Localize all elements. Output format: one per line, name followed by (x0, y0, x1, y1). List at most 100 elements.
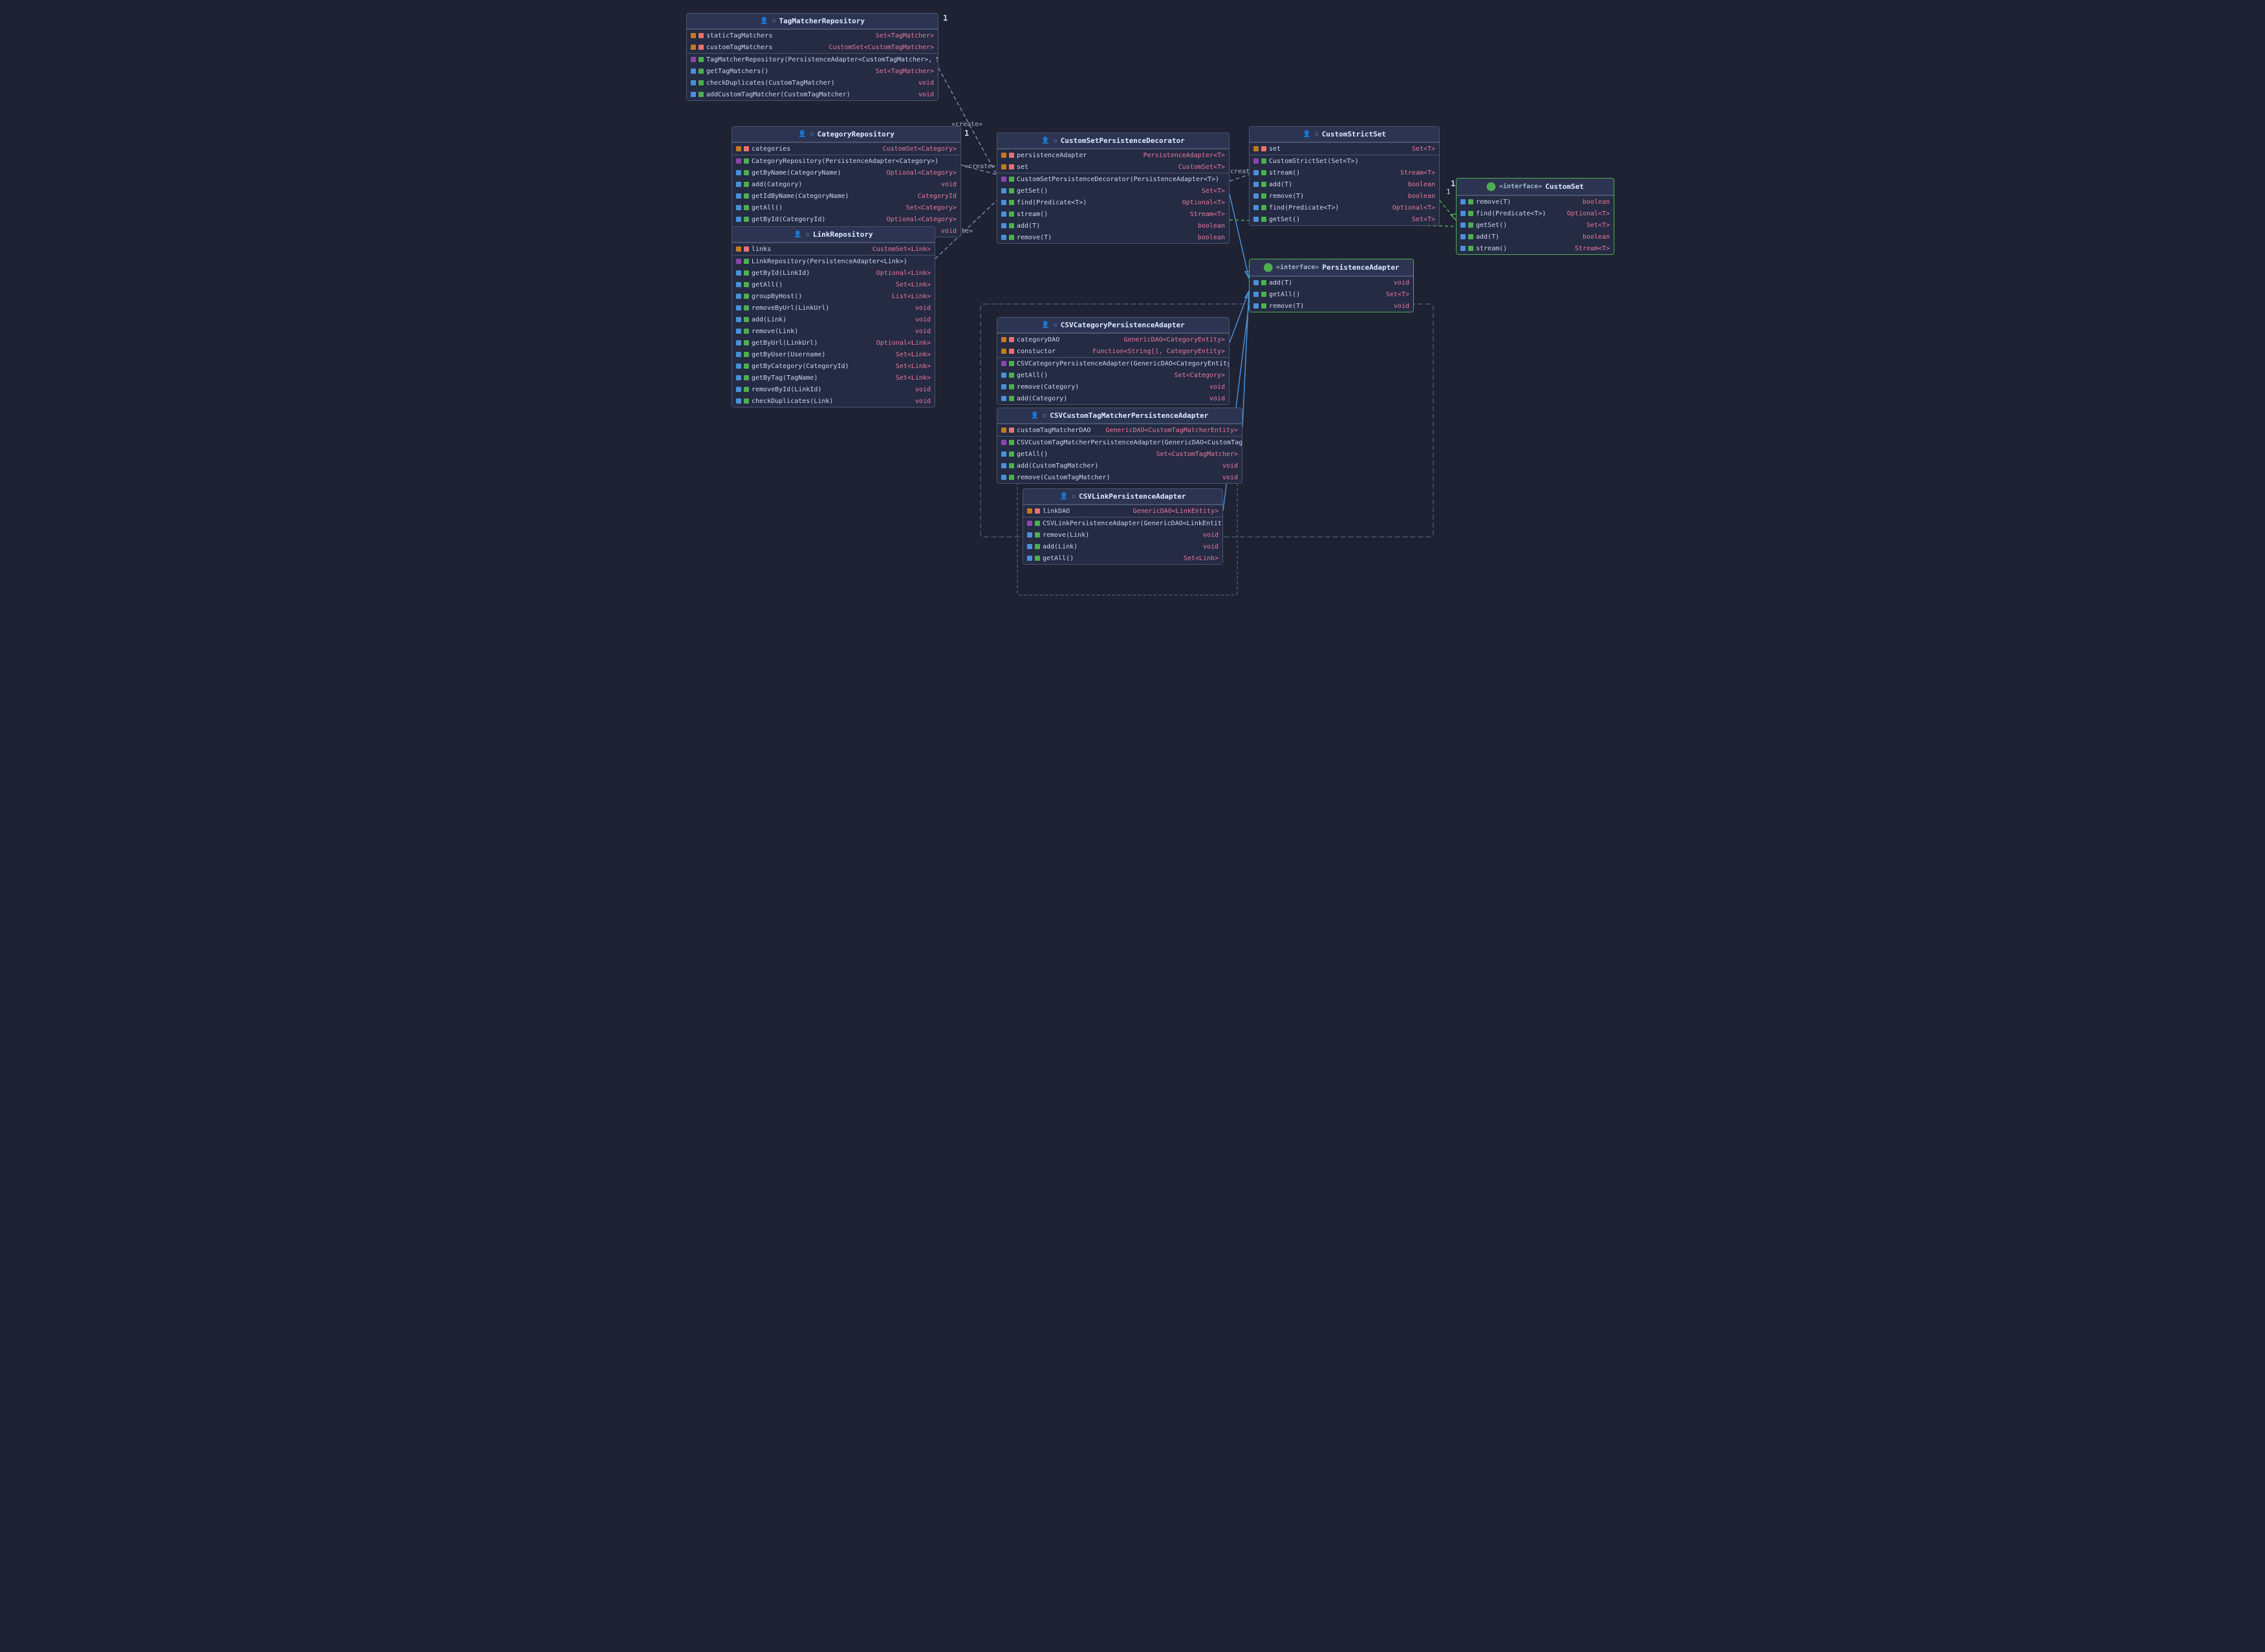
uml-row[interactable]: getByUrl(LinkUrl)Optional<Link> (732, 337, 935, 349)
uml-row[interactable]: remove(T)boolean (997, 232, 1229, 243)
uml-box-CSVLinkPersistenceAdapter: 👤 ▫CSVLinkPersistenceAdapterlinkDAOGener… (1023, 488, 1223, 565)
vis-badge-2 (1009, 349, 1014, 354)
uml-row[interactable]: find(Predicate<T>)Optional<T> (1250, 202, 1439, 213)
member-name: customTagMatchers (706, 44, 826, 51)
uml-row[interactable]: groupByHost()List<Link> (732, 290, 935, 302)
uml-row[interactable]: add(T)void (1250, 277, 1413, 288)
member-name: getAll() (1017, 372, 1172, 379)
vis-badge-1 (1027, 532, 1032, 538)
uml-row[interactable]: setCustomSet<T> (997, 161, 1229, 173)
fields-section-CategoryRepository: categoriesCustomSet<Category> (732, 142, 960, 155)
member-type: Optional<Category> (887, 169, 957, 177)
uml-row[interactable]: staticTagMatchersSet<TagMatcher> (687, 30, 938, 41)
uml-row[interactable]: getAll()Set<Category> (997, 369, 1229, 381)
uml-row[interactable]: remove(Link)void (1023, 529, 1222, 541)
vis-badge-1 (1001, 475, 1006, 480)
uml-row[interactable]: LinkRepository(PersistenceAdapter<Link>) (732, 255, 935, 267)
uml-row[interactable]: getAll()Set<CustomTagMatcher> (997, 448, 1242, 460)
uml-row[interactable]: add(Category)void (732, 179, 960, 190)
uml-row[interactable]: CustomSetPersistenceDecorator(Persistenc… (997, 173, 1229, 185)
member-type: Set<T> (1587, 222, 1610, 229)
uml-row[interactable]: remove(Category)void (997, 381, 1229, 393)
uml-row[interactable]: add(T)boolean (1250, 179, 1439, 190)
vis-badge-2 (699, 92, 704, 97)
uml-row[interactable]: getAll()Set<Link> (1023, 552, 1222, 564)
uml-row[interactable]: getAll()Set<Link> (732, 279, 935, 290)
fields-section-CustomSetPersistenceDecorator: persistenceAdapterPersistenceAdapter<T>s… (997, 149, 1229, 173)
uml-row[interactable]: getById(LinkId)Optional<Link> (732, 267, 935, 279)
uml-row[interactable]: getAll()Set<T> (1250, 288, 1413, 300)
member-type: void (915, 328, 931, 335)
vis-badge-1 (691, 92, 696, 97)
uml-row[interactable]: setSet<T> (1250, 143, 1439, 155)
uml-box-CategoryRepository: 👤 ▫CategoryRepositorycategoriesCustomSet… (732, 126, 961, 237)
member-type: Set<TagMatcher> (876, 68, 934, 75)
uml-row[interactable]: linkDAOGenericDAO<LinkEntity> (1023, 505, 1222, 517)
uml-row[interactable]: remove(Link)void (732, 325, 935, 337)
uml-row[interactable]: add(T)boolean (997, 220, 1229, 232)
uml-row[interactable]: add(T)boolean (1457, 231, 1614, 243)
uml-row[interactable]: getSet()Set<T> (1250, 213, 1439, 225)
member-name: getSet() (1269, 216, 1409, 223)
uml-row[interactable]: persistenceAdapterPersistenceAdapter<T> (997, 149, 1229, 161)
uml-row[interactable]: CSVLinkPersistenceAdapter(GenericDAO<Lin… (1023, 517, 1222, 529)
uml-row[interactable]: add(Link)void (732, 314, 935, 325)
vis-badge-1 (736, 398, 741, 404)
uml-row[interactable]: add(Category)void (997, 393, 1229, 404)
uml-row[interactable]: stream()Stream<T> (1250, 167, 1439, 179)
uml-row[interactable]: removeById(LinkId)void (732, 384, 935, 395)
uml-row[interactable]: constuctorFunction<String[], CategoryEnt… (997, 345, 1229, 357)
member-type: Stream<T> (1400, 169, 1435, 177)
uml-row[interactable]: checkDuplicates(CustomTagMatcher)void (687, 77, 938, 89)
uml-row[interactable]: customTagMatcherDAOGenericDAO<CustomTagM… (997, 424, 1242, 436)
vis-badge-1 (736, 317, 741, 322)
member-type: Optional<Category> (887, 216, 957, 223)
uml-row[interactable]: add(Link)void (1023, 541, 1222, 552)
uml-row[interactable]: CategoryRepository(PersistenceAdapter<Ca… (732, 155, 960, 167)
uml-row[interactable]: addCustomTagMatcher(CustomTagMatcher)voi… (687, 89, 938, 100)
uml-row[interactable]: getSet()Set<T> (997, 185, 1229, 197)
uml-row[interactable]: remove(CustomTagMatcher)void (997, 472, 1242, 483)
uml-row[interactable]: remove(T)boolean (1457, 196, 1614, 208)
vis-badge-2 (744, 158, 749, 164)
member-name: remove(T) (1476, 199, 1580, 206)
uml-row[interactable]: add(CustomTagMatcher)void (997, 460, 1242, 472)
uml-row[interactable]: remove(T)void (1250, 300, 1413, 312)
vis-badge-1 (736, 205, 741, 210)
uml-row[interactable]: linksCustomSet<Link> (732, 243, 935, 255)
uml-row[interactable]: stream()Stream<T> (1457, 243, 1614, 254)
uml-row[interactable]: stream()Stream<T> (997, 208, 1229, 220)
uml-row[interactable]: categoryDAOGenericDAO<CategoryEntity> (997, 334, 1229, 345)
uml-row[interactable]: getSet()Set<T> (1457, 219, 1614, 231)
uml-row[interactable]: getByUser(Username)Set<Link> (732, 349, 935, 360)
member-name: removeById(LinkId) (752, 386, 913, 393)
vis-badge-2 (1261, 158, 1266, 164)
member-type: void (918, 80, 934, 87)
member-type: Optional<Link> (876, 270, 931, 277)
uml-row[interactable]: getAll()Set<Category> (732, 202, 960, 213)
uml-row[interactable]: getTagMatchers()Set<TagMatcher> (687, 65, 938, 77)
uml-row[interactable]: checkDuplicates(Link)void (732, 395, 935, 407)
uml-row[interactable]: getByName(CategoryName)Optional<Category… (732, 167, 960, 179)
uml-row[interactable]: getById(CategoryId)Optional<Category> (732, 213, 960, 225)
vis-badge-2 (699, 80, 704, 85)
uml-row[interactable]: categoriesCustomSet<Category> (732, 143, 960, 155)
uml-row[interactable]: removeByUrl(LinkUrl)void (732, 302, 935, 314)
uml-row[interactable]: getByTag(TagName)Set<Link> (732, 372, 935, 384)
uml-row[interactable]: getByCategory(CategoryId)Set<Link> (732, 360, 935, 372)
uml-row[interactable]: TagMatcherRepository(PersistenceAdapter<… (687, 54, 938, 65)
uml-row[interactable]: CustomStrictSet(Set<T>) (1250, 155, 1439, 167)
class-icons: 👤 ▫ (1059, 493, 1076, 500)
class-name: CustomSetPersistenceDecorator (1061, 136, 1185, 145)
uml-row[interactable]: find(Predicate<T>)Optional<T> (1457, 208, 1614, 219)
uml-row[interactable]: CSVCategoryPersistenceAdapter(GenericDAO… (997, 358, 1229, 369)
uml-row[interactable]: remove(T)boolean (1250, 190, 1439, 202)
uml-row[interactable]: getIdByName(CategoryName)CategoryId (732, 190, 960, 202)
vis-badge-1 (736, 158, 741, 164)
uml-row[interactable]: customTagMatchersCustomSet<CustomTagMatc… (687, 41, 938, 53)
uml-row[interactable]: CSVCustomTagMatcherPersistenceAdapter(Ge… (997, 437, 1242, 448)
uml-row[interactable]: find(Predicate<T>)Optional<T> (997, 197, 1229, 208)
svg-text:1: 1 (964, 129, 969, 138)
vis-badge-1 (1027, 544, 1032, 549)
member-type: Optional<T> (1393, 204, 1435, 212)
